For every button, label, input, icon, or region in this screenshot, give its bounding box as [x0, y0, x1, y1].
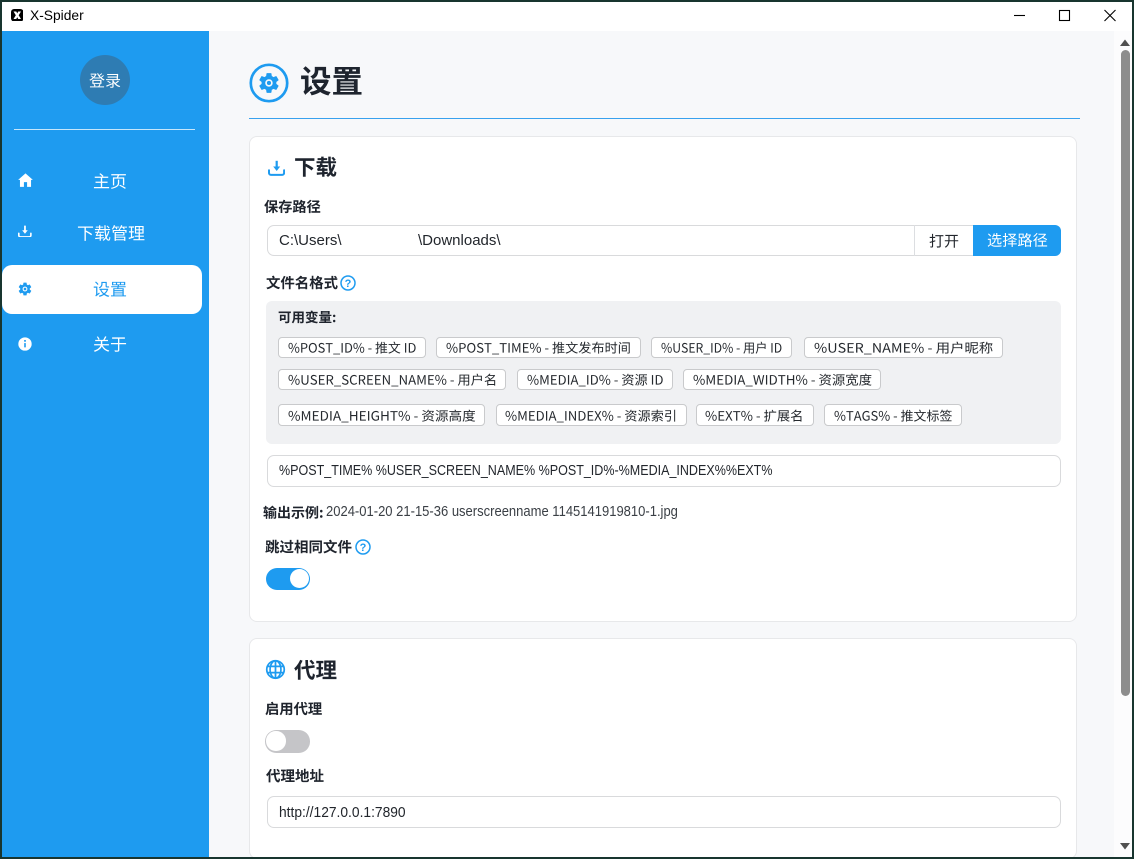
svg-text:?: ? — [360, 541, 367, 553]
svg-text:?: ? — [345, 278, 352, 290]
